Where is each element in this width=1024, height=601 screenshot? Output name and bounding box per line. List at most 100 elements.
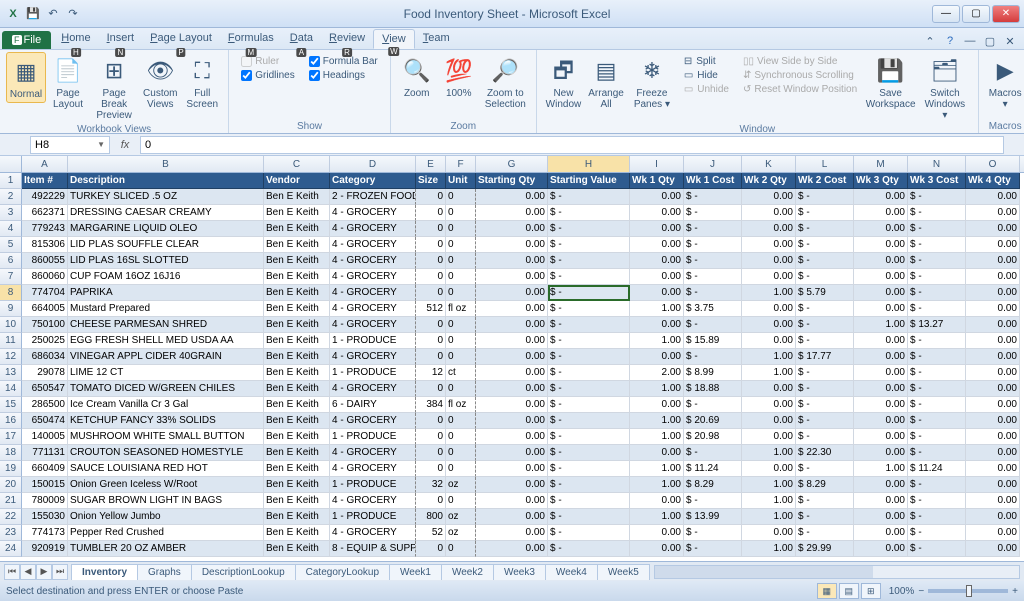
row-header[interactable]: 22 bbox=[0, 509, 22, 525]
cell[interactable]: 1.00 bbox=[742, 509, 796, 525]
cell[interactable]: $ 8.99 bbox=[684, 365, 742, 381]
row-header[interactable]: 23 bbox=[0, 525, 22, 541]
col-header-E[interactable]: E bbox=[416, 156, 446, 172]
row-header[interactable]: 24 bbox=[0, 541, 22, 557]
cell[interactable]: 0.00 bbox=[854, 253, 908, 269]
cell[interactable]: 0.00 bbox=[742, 301, 796, 317]
cell[interactable]: 686034 bbox=[22, 349, 68, 365]
cell[interactable]: 1.00 bbox=[630, 413, 684, 429]
cell[interactable]: 0.00 bbox=[476, 541, 548, 557]
maximize-button[interactable]: ▢ bbox=[962, 5, 990, 23]
cell[interactable]: 0 bbox=[416, 541, 446, 557]
cell[interactable]: 0.00 bbox=[630, 285, 684, 301]
cell[interactable]: 0.00 bbox=[966, 493, 1020, 509]
cell[interactable]: 0.00 bbox=[476, 301, 548, 317]
cell[interactable]: 0.00 bbox=[854, 189, 908, 205]
cell[interactable]: 0.00 bbox=[476, 397, 548, 413]
split-button[interactable]: ⊟Split bbox=[684, 56, 729, 67]
row-header[interactable]: 18 bbox=[0, 445, 22, 461]
cell[interactable]: $ - bbox=[796, 301, 854, 317]
cell[interactable]: Ben E Keith bbox=[264, 333, 330, 349]
cell[interactable]: CUP FOAM 16OZ 16J16 bbox=[68, 269, 264, 285]
cell[interactable]: $ - bbox=[684, 397, 742, 413]
header-cell[interactable]: Wk 3 Cost bbox=[908, 173, 966, 189]
cell[interactable]: $ - bbox=[908, 333, 966, 349]
cell[interactable]: 1.00 bbox=[854, 461, 908, 477]
cell[interactable]: 4 - GROCERY bbox=[330, 381, 416, 397]
cell[interactable]: 0.00 bbox=[854, 349, 908, 365]
cell[interactable]: $ - bbox=[684, 349, 742, 365]
cell[interactable]: $ 11.24 bbox=[908, 461, 966, 477]
cell[interactable]: 0.00 bbox=[966, 253, 1020, 269]
cell[interactable]: 1.00 bbox=[742, 477, 796, 493]
cell[interactable]: 771131 bbox=[22, 445, 68, 461]
cell[interactable]: 4 - GROCERY bbox=[330, 317, 416, 333]
cell[interactable]: $ - bbox=[548, 413, 630, 429]
cell[interactable]: 0.00 bbox=[854, 333, 908, 349]
cell[interactable]: 0.00 bbox=[966, 509, 1020, 525]
cell[interactable]: $ - bbox=[684, 269, 742, 285]
col-header-O[interactable]: O bbox=[966, 156, 1020, 172]
cell[interactable]: 0.00 bbox=[966, 349, 1020, 365]
cell[interactable]: 0 bbox=[416, 413, 446, 429]
cell[interactable]: 920919 bbox=[22, 541, 68, 557]
cell[interactable]: 0 bbox=[416, 205, 446, 221]
cell[interactable]: $ - bbox=[796, 221, 854, 237]
cell[interactable]: $ - bbox=[908, 301, 966, 317]
cell[interactable]: 0 bbox=[446, 253, 476, 269]
cell[interactable]: $ - bbox=[796, 493, 854, 509]
excel-icon[interactable]: X bbox=[4, 5, 22, 23]
cell[interactable]: 0 bbox=[416, 253, 446, 269]
cell[interactable]: $ - bbox=[684, 445, 742, 461]
cell[interactable]: 0.00 bbox=[742, 397, 796, 413]
row-header[interactable]: 7 bbox=[0, 269, 22, 285]
cell[interactable]: 0.00 bbox=[966, 445, 1020, 461]
cell[interactable]: Ben E Keith bbox=[264, 301, 330, 317]
cell[interactable]: 0 bbox=[446, 237, 476, 253]
cell[interactable]: 0.00 bbox=[966, 269, 1020, 285]
cell[interactable]: 0 bbox=[416, 285, 446, 301]
tab-view[interactable]: ViewW bbox=[373, 29, 415, 49]
cell[interactable]: 0.00 bbox=[476, 381, 548, 397]
header-cell[interactable]: Item # bbox=[22, 173, 68, 189]
cell[interactable]: 0.00 bbox=[966, 397, 1020, 413]
col-header-B[interactable]: B bbox=[68, 156, 264, 172]
cell[interactable]: 1.00 bbox=[742, 445, 796, 461]
cell[interactable]: LIME 12 CT bbox=[68, 365, 264, 381]
cell[interactable]: Ben E Keith bbox=[264, 253, 330, 269]
cell[interactable]: 0.00 bbox=[630, 237, 684, 253]
cell[interactable]: 0.00 bbox=[476, 445, 548, 461]
cell[interactable]: 4 - GROCERY bbox=[330, 525, 416, 541]
cell[interactable]: 0.00 bbox=[742, 253, 796, 269]
cell[interactable]: $ - bbox=[684, 317, 742, 333]
cell[interactable]: 0 bbox=[416, 349, 446, 365]
cell[interactable]: 0.00 bbox=[742, 317, 796, 333]
cell[interactable]: Ben E Keith bbox=[264, 285, 330, 301]
cell[interactable]: 0.00 bbox=[854, 221, 908, 237]
cell[interactable]: 0 bbox=[416, 189, 446, 205]
header-cell[interactable]: Wk 1 Qty bbox=[630, 173, 684, 189]
cell[interactable]: 4 - GROCERY bbox=[330, 269, 416, 285]
cell[interactable]: LID PLAS SOUFFLE CLEAR bbox=[68, 237, 264, 253]
cell[interactable]: $ - bbox=[908, 397, 966, 413]
col-header-K[interactable]: K bbox=[742, 156, 796, 172]
cell[interactable]: $ - bbox=[548, 269, 630, 285]
row-header[interactable]: 4 bbox=[0, 221, 22, 237]
cell[interactable]: $ - bbox=[548, 285, 630, 301]
tab-data[interactable]: DataA bbox=[282, 29, 321, 49]
normal-view-button[interactable]: ▦Normal bbox=[6, 52, 46, 103]
cell[interactable]: 1.00 bbox=[630, 509, 684, 525]
cell[interactable]: 4 - GROCERY bbox=[330, 413, 416, 429]
cell[interactable]: 0.00 bbox=[966, 301, 1020, 317]
cell[interactable]: 0 bbox=[446, 413, 476, 429]
minimize-ribbon-icon[interactable]: ⌃ bbox=[922, 33, 938, 49]
cell[interactable]: 0.00 bbox=[966, 221, 1020, 237]
redo-icon[interactable]: ↷ bbox=[64, 5, 82, 23]
sheet-tab-week3[interactable]: Week3 bbox=[493, 564, 546, 580]
cell[interactable]: $ - bbox=[684, 237, 742, 253]
cell[interactable]: 1 - PRODUCE bbox=[330, 477, 416, 493]
tab-formulas[interactable]: FormulasM bbox=[220, 29, 282, 49]
cell[interactable]: $ - bbox=[796, 253, 854, 269]
cell[interactable]: $ - bbox=[796, 237, 854, 253]
cell[interactable]: $ - bbox=[684, 493, 742, 509]
